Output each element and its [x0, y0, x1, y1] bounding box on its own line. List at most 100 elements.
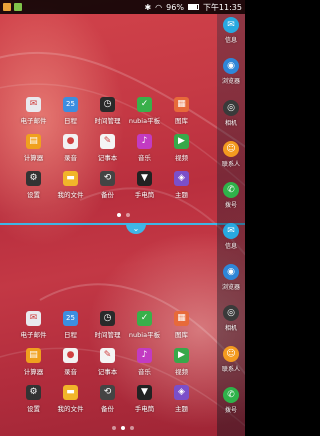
- notification-icon: [3, 3, 11, 11]
- app-flashlight[interactable]: ▼ 手电筒: [126, 385, 163, 413]
- app-calendar[interactable]: 25 日程: [52, 311, 89, 339]
- browser-icon: ◉: [223, 264, 239, 280]
- phone-icon: ✆: [223, 182, 239, 198]
- message-icon: ✉: [223, 223, 239, 239]
- app-label: 设置: [27, 405, 40, 413]
- app-backup[interactable]: ⟲ 备份: [89, 171, 126, 199]
- app-label: 日程: [64, 331, 77, 339]
- app-label: 备份: [101, 405, 114, 413]
- app-backup[interactable]: ⟲ 备份: [89, 385, 126, 413]
- app-theme[interactable]: ◈ 主题: [163, 171, 200, 199]
- shield-icon: ✓: [137, 311, 152, 326]
- notepad-icon: ✎: [100, 348, 115, 363]
- app-folder[interactable]: ▬ 我的文件: [52, 385, 89, 413]
- app-label: nubia平板: [128, 331, 161, 339]
- app-label: 记事本: [97, 154, 118, 162]
- dock-label: 相机: [224, 120, 237, 127]
- dock-item-phone[interactable]: ✆ 拨号: [217, 182, 245, 209]
- dock-item-message[interactable]: ✉ 信息: [217, 223, 245, 250]
- app-recorder[interactable]: ● 录音: [52, 348, 89, 376]
- app-mail[interactable]: ✉ 电子邮件: [15, 311, 52, 339]
- app-calculator[interactable]: ▤ 计算器: [15, 134, 52, 162]
- app-recorder[interactable]: ● 录音: [52, 134, 89, 162]
- status-bar: ✱ ◠ 96% 下午11:35: [0, 0, 245, 14]
- folder-icon: ▬: [63, 385, 78, 400]
- dock-label: 拨号: [224, 407, 237, 414]
- app-video[interactable]: ▶ 视频: [163, 134, 200, 162]
- app-label: 音乐: [138, 154, 151, 162]
- page-indicator: [117, 213, 130, 217]
- app-gallery[interactable]: ▦ 图库: [163, 311, 200, 339]
- dock-item-contacts[interactable]: ☺ 联系人: [217, 141, 245, 168]
- app-label: 视频: [175, 368, 188, 376]
- app-settings[interactable]: ⚙ 设置: [15, 385, 52, 413]
- dock-item-phone[interactable]: ✆ 拨号: [217, 387, 245, 414]
- app-shield[interactable]: ✓ nubia平板: [126, 97, 163, 125]
- browser-icon: ◉: [223, 58, 239, 74]
- theme-icon: ◈: [174, 171, 189, 186]
- app-label: nubia平板: [128, 117, 161, 125]
- app-label: 电子邮件: [20, 117, 47, 125]
- app-label: 计算器: [23, 368, 44, 376]
- app-calendar[interactable]: 25 日程: [52, 97, 89, 125]
- page-dot[interactable]: [130, 426, 134, 430]
- dock-item-contacts[interactable]: ☺ 联系人: [217, 346, 245, 373]
- home-screen: ✱ ◠ 96% 下午11:35 ✉ 电子邮件 25 日程 ◷ 时间管理 ✓ nubia平板 ▦ 图…: [0, 0, 245, 436]
- calculator-icon: ▤: [26, 134, 41, 149]
- app-notepad[interactable]: ✎ 记事本: [89, 348, 126, 376]
- dock-item-message[interactable]: ✉ 信息: [217, 17, 245, 44]
- dock-item-camera[interactable]: ◎ 相机: [217, 305, 245, 332]
- camera-icon: ◎: [223, 100, 239, 116]
- app-music[interactable]: ♪ 音乐: [126, 348, 163, 376]
- app-mail[interactable]: ✉ 电子邮件: [15, 97, 52, 125]
- clock-time: 下午11:35: [202, 2, 242, 12]
- app-label: 我的文件: [57, 405, 84, 413]
- app-shield[interactable]: ✓ nubia平板: [126, 311, 163, 339]
- app-label: 电子邮件: [20, 331, 47, 339]
- page-dot[interactable]: [121, 426, 125, 430]
- dock-item-browser[interactable]: ◉ 浏览器: [217, 264, 245, 291]
- page-dot[interactable]: [126, 213, 130, 217]
- dock-label: 相机: [224, 325, 237, 332]
- backup-icon: ⟲: [100, 171, 115, 186]
- app-notepad[interactable]: ✎ 记事本: [89, 134, 126, 162]
- recorder-icon: ●: [63, 134, 78, 149]
- wifi-icon: ◠: [155, 2, 163, 12]
- app-label: 设置: [27, 191, 40, 199]
- music-icon: ♪: [137, 134, 152, 149]
- app-gallery[interactable]: ▦ 图库: [163, 97, 200, 125]
- side-dock: ✉ 信息 ◉ 浏览器 ◎ 相机 ☺ 联系人 ✆ 拨号 ✉ 信息 ◉ 浏览器 ◎ 相机 ☺ 联系人 ✆ 拨号: [217, 14, 245, 436]
- app-label: 时间管理: [94, 331, 121, 339]
- app-label: 时间管理: [94, 117, 121, 125]
- page-dot[interactable]: [112, 426, 116, 430]
- app-label: 录音: [64, 154, 77, 162]
- app-folder[interactable]: ▬ 我的文件: [52, 171, 89, 199]
- app-label: 图库: [175, 117, 188, 125]
- app-clock[interactable]: ◷ 时间管理: [89, 97, 126, 125]
- split-divider[interactable]: [0, 223, 245, 225]
- calculator-icon: ▤: [26, 348, 41, 363]
- calendar-icon: 25: [63, 97, 78, 112]
- gallery-icon: ▦: [174, 311, 189, 326]
- app-theme[interactable]: ◈ 主题: [163, 385, 200, 413]
- notification-icon: [14, 3, 22, 11]
- gallery-icon: ▦: [174, 97, 189, 112]
- camera-icon: ◎: [223, 305, 239, 321]
- dock-item-browser[interactable]: ◉ 浏览器: [217, 58, 245, 85]
- dock-label: 拨号: [224, 202, 237, 209]
- video-icon: ▶: [174, 134, 189, 149]
- app-settings[interactable]: ⚙ 设置: [15, 171, 52, 199]
- app-video[interactable]: ▶ 视频: [163, 348, 200, 376]
- app-label: 音乐: [138, 368, 151, 376]
- settings-icon: ⚙: [26, 385, 41, 400]
- dock-item-camera[interactable]: ◎ 相机: [217, 100, 245, 127]
- app-music[interactable]: ♪ 音乐: [126, 134, 163, 162]
- page-dot[interactable]: [117, 213, 121, 217]
- app-clock[interactable]: ◷ 时间管理: [89, 311, 126, 339]
- flashlight-icon: ▼: [137, 385, 152, 400]
- app-flashlight[interactable]: ▼ 手电筒: [126, 171, 163, 199]
- app-calculator[interactable]: ▤ 计算器: [15, 348, 52, 376]
- message-icon: ✉: [223, 17, 239, 33]
- theme-icon: ◈: [174, 385, 189, 400]
- app-label: 视频: [175, 154, 188, 162]
